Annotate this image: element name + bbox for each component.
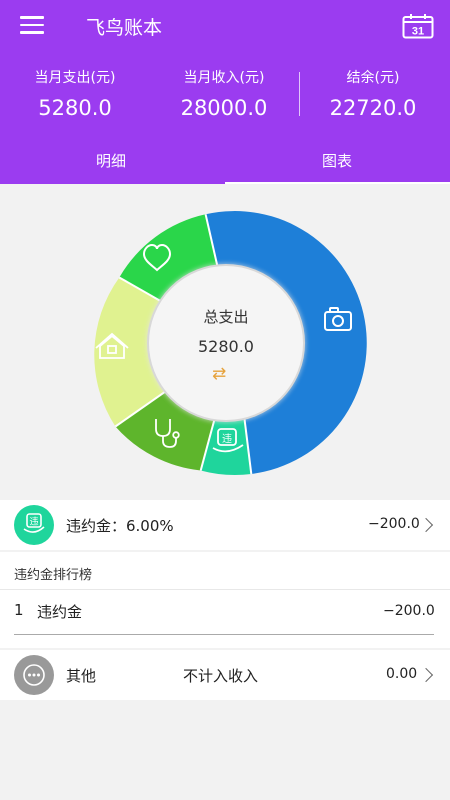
ranking-bar <box>14 634 434 635</box>
tab-chart[interactable]: 图表 <box>322 150 352 171</box>
chart-center-title: 总支出 <box>203 308 249 326</box>
chevron-right-icon[interactable] <box>418 667 434 683</box>
ranking-rank: 1 <box>14 601 24 619</box>
other-row[interactable]: 其他 不计入收入 0.00 <box>0 650 450 700</box>
stat-income: 当月收入(元) 28000.0 <box>164 67 284 120</box>
stat-balance-value: 22720.0 <box>329 96 417 120</box>
svg-text:违: 违 <box>222 433 232 445</box>
more-icon <box>14 655 54 695</box>
calendar-icon[interactable]: 31 <box>402 13 434 39</box>
violation-icon: 违 <box>14 505 54 545</box>
stat-expense-label: 当月支出(元) <box>34 70 116 86</box>
other-name: 其他 <box>66 667 97 685</box>
calendar-day: 31 <box>412 26 424 38</box>
ranking-title: 违约金排行榜 <box>14 568 93 583</box>
ranking-name: 违约金 <box>37 603 83 621</box>
chart-area: 违 总支出 5280.0 <box>0 186 450 496</box>
svg-text:违: 违 <box>29 517 38 528</box>
header: 飞鸟账本 31 当月支出(元) 5280.0 当月收入(元) 28000.0 结… <box>0 0 450 184</box>
chevron-right-icon[interactable] <box>418 517 434 533</box>
other-note: 不计入收入 <box>183 667 259 685</box>
ranking-amount: −200.0 <box>383 603 435 619</box>
other-amount: 0.00 <box>386 666 418 682</box>
swap-icon[interactable]: ⇄ <box>212 364 226 384</box>
tab-detail[interactable]: 明细 <box>96 150 126 171</box>
divider <box>0 589 450 590</box>
tab-active-indicator <box>225 182 450 184</box>
chart-center-value: 5280.0 <box>198 337 254 356</box>
stat-expense-value: 5280.0 <box>38 96 112 120</box>
stat-income-value: 28000.0 <box>180 96 268 120</box>
category-amount: −200.0 <box>368 516 420 532</box>
stat-balance-label: 结余(元) <box>346 70 400 86</box>
stat-expense: 当月支出(元) 5280.0 <box>20 67 130 120</box>
stat-income-label: 当月收入(元) <box>183 70 265 86</box>
stat-divider <box>299 72 300 116</box>
app-title: 飞鸟账本 <box>86 17 163 39</box>
menu-icon[interactable] <box>20 16 44 36</box>
category-row[interactable]: 违 违约金：6.00% −200.0 <box>0 500 450 550</box>
category-name: 违约金：6.00% <box>66 517 174 535</box>
stat-balance: 结余(元) 22720.0 <box>318 67 428 120</box>
ranking-panel: 违约金排行榜 1 违约金 −200.0 <box>0 552 450 648</box>
